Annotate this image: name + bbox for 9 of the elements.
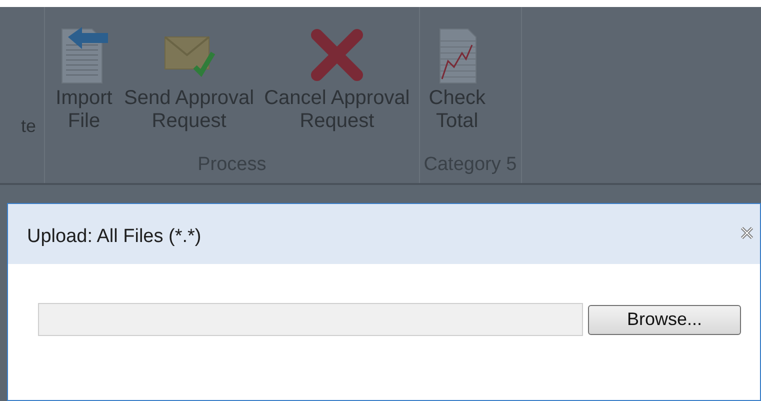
close-icon[interactable] xyxy=(740,226,754,240)
ribbon-button[interactable]: Import File xyxy=(49,7,119,150)
ribbon-button[interactable]: Cancel Approval Request xyxy=(259,7,415,150)
ribbon-label: te xyxy=(20,114,36,138)
file-path-field[interactable] xyxy=(38,303,583,336)
ribbon-button[interactable]: Check Total xyxy=(424,7,490,150)
ribbon-button[interactable]: Send Approval Request xyxy=(119,7,260,150)
dialog-title: Upload: All Files (*.*) xyxy=(27,224,202,249)
browse-button[interactable]: Browse... xyxy=(588,304,741,334)
